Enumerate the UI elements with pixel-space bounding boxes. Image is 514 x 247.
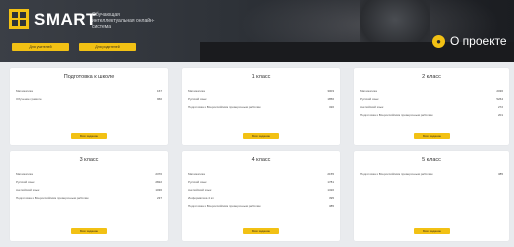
course-count: 201 [497, 113, 503, 117]
course-card-grade-4: 4 класс Математика 2155 Русский язык 178… [182, 151, 340, 241]
my-task-button[interactable]: Моё задание [414, 228, 450, 234]
course-row[interactable]: Подготовка к Всероссийским проверочным р… [188, 204, 334, 209]
course-count: 320 [328, 105, 334, 109]
course-count: 1036 [155, 188, 162, 192]
course-row[interactable]: Русский язык 2822 [16, 180, 162, 185]
course-count: 5264 [496, 97, 503, 101]
course-label: Математика [188, 172, 205, 176]
course-row[interactable]: Английский язык 1320 [188, 188, 334, 193]
course-count: 272 [497, 105, 503, 109]
hero-banner: SMART Обучающая интеллектуальная онлайн-… [0, 0, 514, 62]
logo-subtitle: Обучающая интеллектуальная онлайн-систем… [92, 12, 155, 30]
my-task-button[interactable]: Моё задание [243, 228, 279, 234]
card-title: 5 класс [422, 157, 441, 163]
course-count: 385 [328, 204, 334, 208]
course-count: 1320 [327, 188, 334, 192]
logo-text: SMART [34, 10, 97, 29]
course-label: Английский язык [360, 105, 384, 109]
about-project-label: О проекте [450, 34, 507, 48]
course-label: Подготовка к Всероссийским проверочным р… [188, 204, 261, 208]
course-label: Русский язык [188, 97, 207, 101]
course-card-grade-3: 3 класс Математика 2370 Русский язык 282… [10, 151, 168, 241]
course-label: Математика [16, 172, 33, 176]
about-project-link[interactable]: ● О проекте [432, 34, 507, 48]
course-row[interactable]: Математика 3003 [188, 89, 334, 94]
course-label: Русский язык [360, 97, 379, 101]
card-title: 1 класс [251, 74, 271, 80]
course-label: Подготовка к Всероссийским проверочным р… [360, 113, 433, 117]
course-row[interactable]: Подготовка к Всероссийским проверочным р… [360, 113, 503, 118]
course-row[interactable]: Математика 2155 [188, 172, 334, 177]
my-task-button[interactable]: Моё задание [243, 133, 279, 139]
course-label: Подготовка к Всероссийским проверочным р… [16, 196, 89, 200]
course-card-grade-2: 2 класс Математика 2036 Русский язык 526… [354, 68, 509, 145]
course-row[interactable]: Математика 2036 [360, 89, 503, 94]
my-task-button[interactable]: Моё задание [414, 133, 450, 139]
course-row[interactable]: Информатика 4 кл 395 [188, 196, 334, 201]
course-count: 385 [497, 172, 503, 176]
course-count: 960 [156, 97, 162, 101]
course-count: 395 [328, 196, 334, 200]
teachers-button[interactable]: Для учителей [12, 43, 69, 51]
course-row[interactable]: Подготовка к Всероссийским проверочным р… [188, 105, 334, 110]
course-row[interactable]: Русский язык 5264 [360, 97, 503, 102]
course-card-grade-1: 1 класс Математика 3003 Русский язык 185… [182, 68, 340, 145]
card-title: 2 класс [422, 74, 441, 80]
course-row[interactable]: Обучение грамоте 960 [16, 97, 162, 102]
course-label: Математика [360, 89, 377, 93]
my-task-button[interactable]: Моё задание [71, 133, 107, 139]
course-label: Русский язык [16, 180, 35, 184]
parents-button[interactable]: Для родителей [79, 43, 136, 51]
course-row[interactable]: Русский язык 1781 [188, 180, 334, 185]
course-count: 2036 [496, 89, 503, 93]
course-card-grade-5: 5 класс Подготовка к Всероссийским прове… [354, 151, 509, 241]
course-label: Подготовка к Всероссийским проверочным р… [188, 105, 261, 109]
my-task-button[interactable]: Моё задание [71, 228, 107, 234]
course-count: 237 [156, 196, 162, 200]
course-count: 2370 [155, 172, 162, 176]
course-label: Информатика 4 кл [188, 196, 214, 200]
course-count: 3003 [327, 89, 334, 93]
course-card-prep: Подготовка к школе Математика 167 Обучен… [10, 68, 168, 145]
course-row[interactable]: Русский язык 1856 [188, 97, 334, 102]
course-row[interactable]: Подготовка к Всероссийским проверочным р… [360, 172, 503, 177]
course-row[interactable]: Математика 167 [16, 89, 162, 94]
course-row[interactable]: Английский язык 1036 [16, 188, 162, 193]
course-label: Математика [16, 89, 33, 93]
course-label: Английский язык [188, 188, 212, 192]
card-title: 3 класс [79, 157, 99, 163]
course-count: 2822 [155, 180, 162, 184]
card-title: 4 класс [251, 157, 271, 163]
course-row[interactable]: Математика 2370 [16, 172, 162, 177]
course-row[interactable]: Подготовка к Всероссийским проверочным р… [16, 196, 162, 201]
course-count: 167 [156, 89, 162, 93]
course-row[interactable]: Английский язык 272 [360, 105, 503, 110]
course-label: Английский язык [16, 188, 40, 192]
course-count: 2155 [327, 172, 334, 176]
course-count: 1856 [327, 97, 334, 101]
course-label: Математика [188, 89, 205, 93]
course-label: Обучение грамоте [16, 97, 42, 101]
course-count: 1781 [327, 180, 334, 184]
eye-icon: ● [432, 34, 445, 48]
card-title: Подготовка к школе [63, 74, 115, 80]
logo-icon [9, 9, 29, 29]
course-label: Русский язык [188, 180, 207, 184]
course-label: Подготовка к Всероссийским проверочным р… [360, 172, 433, 176]
